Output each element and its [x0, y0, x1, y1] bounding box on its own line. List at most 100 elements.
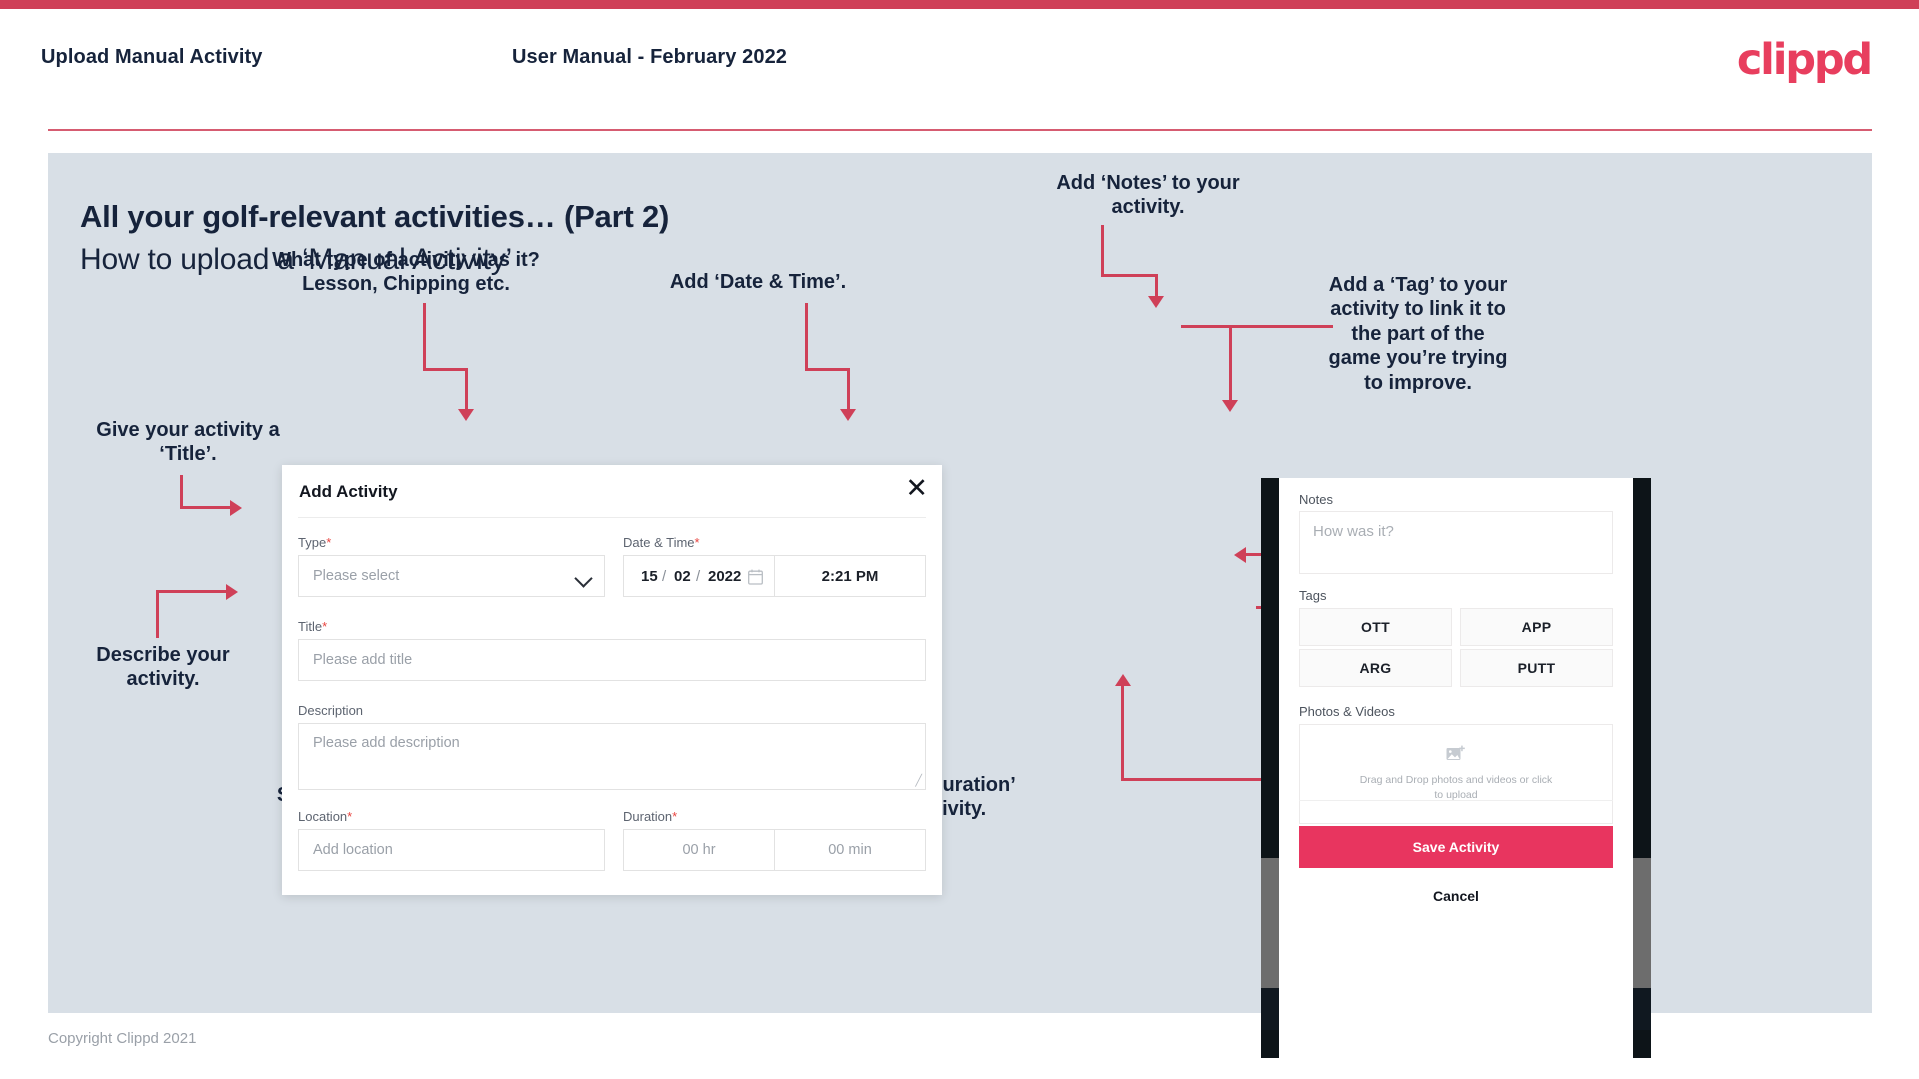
- duration-hours-input[interactable]: 00 hr: [623, 829, 775, 871]
- type-required-mark: *: [326, 535, 332, 550]
- datetime-required-mark: *: [694, 535, 700, 550]
- location-placeholder: Add location: [313, 842, 393, 858]
- save-activity-button[interactable]: Save Activity: [1299, 826, 1613, 868]
- connector-type-arrow: [458, 409, 474, 421]
- chevron-down-icon: [574, 569, 593, 588]
- notes-label: Notes: [1299, 492, 1333, 507]
- connector-tag-arrow: [1222, 400, 1238, 412]
- title-label-text: Title: [298, 619, 323, 634]
- type-select[interactable]: Please select: [298, 555, 605, 597]
- description-textarea[interactable]: Please add description ╱: [298, 723, 926, 790]
- description-placeholder: Please add description: [313, 735, 460, 751]
- description-label: Description: [298, 703, 363, 718]
- phone-bezel-left: [1261, 478, 1279, 1058]
- description-label-text: Description: [298, 703, 364, 718]
- cancel-button[interactable]: Cancel: [1279, 888, 1633, 904]
- date-month: 02: [674, 568, 691, 585]
- title-input[interactable]: Please add title: [298, 639, 926, 681]
- time-input[interactable]: 2:21 PM: [774, 555, 926, 597]
- add-activity-dialog: Add Activity ✕ Type* Please select Date …: [282, 465, 942, 895]
- connector-dt-v2: [847, 368, 850, 412]
- connector-type-v1: [423, 303, 426, 371]
- connector-dt-v1: [805, 303, 808, 371]
- title-label: Title*: [298, 619, 327, 634]
- annotation-type: What type of activity was it? Lesson, Ch…: [272, 249, 540, 296]
- duration-label: Duration*: [623, 809, 677, 824]
- phone-bezel-right-lower: [1633, 988, 1651, 1030]
- tag-arg[interactable]: ARG: [1299, 649, 1452, 687]
- add-image-icon: [1446, 745, 1466, 768]
- duration-required-mark: *: [672, 809, 678, 824]
- type-label: Type*: [298, 535, 331, 550]
- duration-minutes-input[interactable]: 00 min: [774, 829, 926, 871]
- notes-placeholder: How was it?: [1313, 523, 1394, 540]
- connector-type-h: [423, 368, 468, 371]
- annotation-title-field: Give your activity a ‘Title’.: [96, 419, 280, 466]
- tag-ott[interactable]: OTT: [1299, 608, 1452, 646]
- footer-copyright: Copyright Clippd 2021: [48, 1030, 197, 1047]
- dialog-divider: [298, 517, 926, 518]
- time-value: 2:21 PM: [821, 568, 879, 585]
- connector-dt-arrow: [840, 409, 856, 421]
- type-label-text: Type: [298, 535, 327, 550]
- title-placeholder: Please add title: [313, 652, 413, 668]
- duration-label-text: Duration: [623, 809, 673, 824]
- notes-textarea[interactable]: How was it?: [1299, 511, 1613, 574]
- slide-body: All your golf-relevant activities… (Part…: [48, 153, 1872, 1058]
- datetime-label: Date & Time*: [623, 535, 700, 550]
- connector-sc-h: [1121, 778, 1266, 781]
- phone-side-button-right: [1633, 858, 1651, 988]
- connector-sc-v: [1121, 685, 1124, 780]
- connector-desc-h: [156, 590, 228, 593]
- connector-notes-v1: [1101, 225, 1104, 277]
- connector-title-v: [180, 475, 183, 508]
- phone-bezel-left-lower: [1261, 988, 1279, 1030]
- tags-label: Tags: [1299, 588, 1327, 603]
- location-input[interactable]: Add location: [298, 829, 605, 871]
- dialog-title: Add Activity: [299, 482, 398, 501]
- connector-tag-h1: [1288, 325, 1333, 328]
- location-label: Location*: [298, 809, 352, 824]
- photo-dropzone[interactable]: Drag and Drop photos and videos or click…: [1299, 724, 1613, 824]
- duration-minutes-placeholder: 00 min: [828, 842, 872, 858]
- phone-divider: [1299, 800, 1613, 801]
- connector-upl-arrow: [1234, 547, 1246, 563]
- header-center-title: User Manual - February 2022: [512, 46, 788, 68]
- location-required-mark: *: [347, 809, 353, 824]
- phone-side-button-left: [1261, 858, 1279, 988]
- calendar-icon[interactable]: [748, 569, 763, 590]
- duration-hours-placeholder: 00 hr: [682, 842, 716, 858]
- connector-tag-v: [1229, 325, 1232, 403]
- title-required-mark: *: [322, 619, 328, 634]
- photos-label: Photos & Videos: [1299, 704, 1395, 719]
- datetime-label-text: Date & Time: [623, 535, 695, 550]
- page-header: Upload Manual Activity User Manual - Feb…: [0, 9, 1919, 131]
- tag-app[interactable]: APP: [1460, 608, 1613, 646]
- header-divider: [48, 129, 1872, 131]
- date-sep-1: /: [662, 568, 667, 585]
- page-title: All your golf-relevant activities… (Part…: [80, 198, 670, 234]
- connector-title-h: [180, 506, 232, 509]
- connector-sc-arrow: [1115, 674, 1131, 686]
- connector-desc-v: [156, 590, 159, 638]
- close-icon[interactable]: ✕: [905, 475, 928, 502]
- connector-notes-h: [1101, 274, 1158, 277]
- annotation-datetime: Add ‘Date & Time’.: [669, 271, 847, 293]
- type-placeholder: Please select: [313, 568, 400, 584]
- connector-notes-arrow: [1148, 296, 1164, 308]
- dropzone-text: Drag and Drop photos and videos or click…: [1359, 773, 1553, 801]
- date-input[interactable]: 15 / 02 / 2022: [623, 555, 775, 597]
- date-sep-2: /: [696, 568, 701, 585]
- annotation-description: Describe your activity.: [96, 644, 230, 691]
- date-year: 2022: [708, 568, 742, 585]
- connector-desc-arrow: [226, 584, 238, 600]
- phone-screen: Notes How was it? Tags OTT APP ARG PUTT …: [1279, 478, 1633, 1058]
- connector-type-v2: [465, 368, 468, 412]
- annotation-notes: Add ‘Notes’ to your activity.: [1056, 172, 1240, 219]
- phone-bezel-right: [1633, 478, 1651, 1058]
- connector-dt-h: [805, 368, 850, 371]
- connector-tag-h2: [1181, 325, 1289, 328]
- resize-handle-icon[interactable]: ╱: [915, 776, 922, 787]
- connector-title-arrow: [230, 500, 242, 516]
- tag-putt[interactable]: PUTT: [1460, 649, 1613, 687]
